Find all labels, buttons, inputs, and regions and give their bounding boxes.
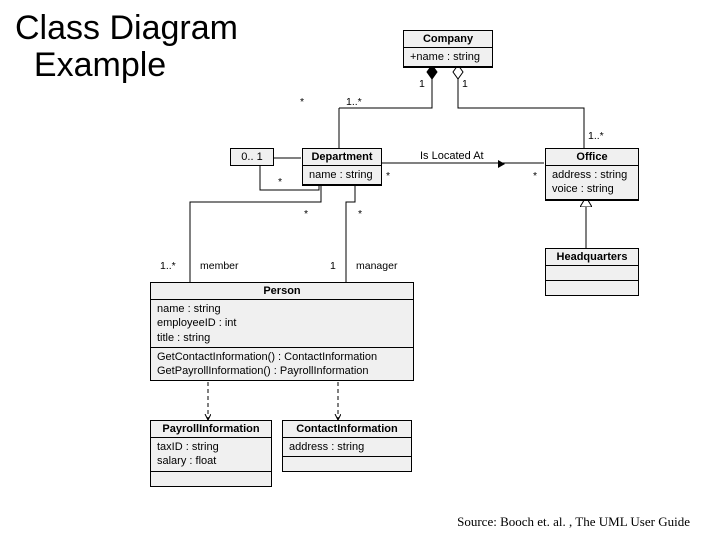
role-member: member (200, 260, 239, 272)
mult-company-dept-1: 1 (419, 78, 425, 90)
class-person: Person name : string employeeID : int ti… (150, 282, 414, 381)
class-department: Department name : string (302, 148, 382, 186)
mult-company-office-1: 1 (462, 78, 468, 90)
contact-attr-0: address : string (289, 440, 405, 454)
mult-manager-bot: 1 (330, 260, 336, 272)
mult-dept-office-right: * (533, 170, 537, 182)
role-manager: manager (356, 260, 397, 272)
payroll-attr-0: taxID : string (157, 440, 265, 454)
mult-member-bot: 1..* (160, 260, 176, 272)
person-attr-2: title : string (157, 331, 407, 345)
mult-member-top: * (304, 208, 308, 220)
company-attr-0: +name : string (410, 50, 486, 64)
mult-company-dept-star: * (300, 96, 304, 108)
mult-dept-office-left: * (386, 170, 390, 182)
department-attr-0: name : string (309, 168, 375, 182)
class-headquarters: Headquarters (545, 248, 639, 296)
mult-dept-self-star: * (278, 176, 282, 188)
title-line2: Example (34, 46, 166, 84)
source-citation: Source: Booch et. al. , The UML User Gui… (457, 514, 690, 530)
mult-company-dept-1star: 1..* (346, 96, 362, 108)
person-op-0: GetContactInformation() : ContactInforma… (157, 350, 407, 364)
office-attr-1: voice : string (552, 182, 632, 196)
class-contact: ContactInformation address : string (282, 420, 412, 472)
title-line1: Class Diagram (15, 9, 238, 47)
class-company: Company +name : string (403, 30, 493, 68)
class-office: Office address : string voice : string (545, 148, 639, 201)
office-attr-0: address : string (552, 168, 632, 182)
mult-company-office-1star: 1..* (588, 130, 604, 142)
assoc-located: Is Located At (420, 150, 484, 162)
mult-dept-self-parent: 0.. 1 (241, 151, 262, 163)
title: Class Diagram Example (15, 10, 238, 85)
class-company-name: Company (404, 31, 492, 48)
class-payroll-name: PayrollInformation (151, 421, 271, 438)
class-department-name: Department (303, 149, 381, 166)
person-attr-0: name : string (157, 302, 407, 316)
person-attr-1: employeeID : int (157, 316, 407, 330)
payroll-attr-1: salary : float (157, 454, 265, 468)
person-op-1: GetPayrollInformation() : PayrollInforma… (157, 364, 407, 378)
mult-manager-top: * (358, 208, 362, 220)
class-payroll: PayrollInformation taxID : string salary… (150, 420, 272, 487)
self-mult-box: 0.. 1 (230, 148, 274, 166)
class-office-name: Office (546, 149, 638, 166)
class-person-name: Person (151, 283, 413, 300)
class-contact-name: ContactInformation (283, 421, 411, 438)
class-headquarters-name: Headquarters (546, 249, 638, 266)
